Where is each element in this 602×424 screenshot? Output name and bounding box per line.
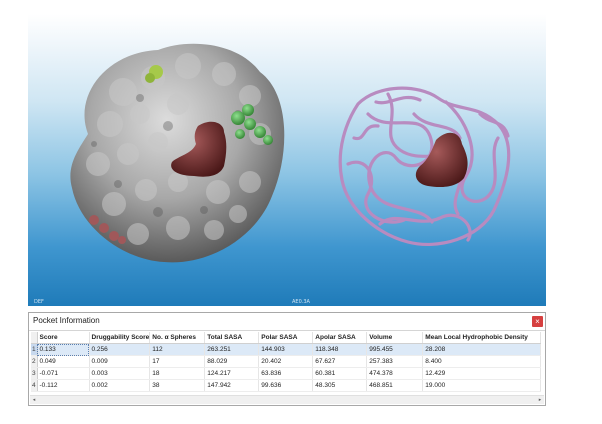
table-cell[interactable]: 88.029 xyxy=(204,355,260,368)
column-header[interactable]: Polar SASA xyxy=(258,332,314,344)
table-cell[interactable]: 20.402 xyxy=(258,355,314,368)
viewport-caption-mid: AE0.3A xyxy=(292,299,311,305)
table-cell[interactable]: 8.400 xyxy=(422,355,542,368)
pocket-information-panel: Pocket Information × Score Druggability S… xyxy=(28,312,546,406)
table-cell[interactable]: 60.381 xyxy=(312,367,368,380)
table-row[interactable]: 3 -0.071 0.003 18 124.217 63.836 60.381 474.378… xyxy=(31,367,542,380)
column-header[interactable]: Apolar SASA xyxy=(312,332,368,344)
table-row[interactable]: 4 -0.112 0.002 38 147.942 99.636 48.305 468.851… xyxy=(31,379,542,392)
table-header-row: Score Druggability Score No. α Spheres Tota… xyxy=(31,332,542,344)
column-header[interactable]: Druggability Score xyxy=(89,332,151,344)
table-cell[interactable]: 257.383 xyxy=(366,355,424,368)
table-cell[interactable]: 0.002 xyxy=(89,379,151,392)
panel-header: Pocket Information × xyxy=(29,313,545,331)
table-cell[interactable]: 112 xyxy=(149,343,206,356)
table-cell[interactable]: 124.217 xyxy=(204,367,260,380)
column-header[interactable]: Volume xyxy=(366,332,424,344)
table-cell[interactable]: 995.455 xyxy=(366,343,424,356)
table-cell[interactable]: 0.049 xyxy=(37,355,90,368)
table-cell[interactable]: 147.942 xyxy=(204,379,260,392)
table-cell[interactable]: 0.003 xyxy=(89,367,151,380)
table-cell[interactable]: 474.378 xyxy=(366,367,424,380)
table-cell[interactable]: 468.851 xyxy=(366,379,424,392)
table-cell[interactable]: 99.636 xyxy=(258,379,314,392)
column-header[interactable]: Total SASA xyxy=(204,332,260,344)
molecule-scene: DEF AE0.3A xyxy=(34,43,511,305)
table-cell[interactable]: 63.836 xyxy=(258,367,314,380)
scroll-right-icon[interactable]: ▸ xyxy=(537,397,543,403)
pocket-1-backbone[interactable] xyxy=(415,132,468,188)
viewport-caption-left: DEF xyxy=(34,299,44,305)
table-cell[interactable]: 18 xyxy=(149,367,206,380)
column-header[interactable]: Score xyxy=(37,332,90,344)
panel-title: Pocket Information xyxy=(33,316,100,325)
horizontal-scrollbar[interactable]: ◂ ▸ xyxy=(30,395,544,404)
table-cell[interactable]: 0.256 xyxy=(89,343,151,356)
table-cell[interactable]: 17 xyxy=(149,355,206,368)
table-row[interactable]: 1 0.133 0.256 112 263.251 144.903 118.348 995.4… xyxy=(31,343,542,356)
table-cell[interactable]: 0.009 xyxy=(89,355,151,368)
table-cell[interactable]: 263.251 xyxy=(204,343,260,356)
table-row[interactable]: 2 0.049 0.009 17 88.029 20.402 67.627 257.383 8.… xyxy=(31,355,542,368)
table-cell[interactable]: 0.133 xyxy=(37,343,90,356)
pocket-table: Score Druggability Score No. α Spheres Tota… xyxy=(31,332,542,392)
scroll-left-icon[interactable]: ◂ xyxy=(31,397,37,403)
column-header[interactable]: No. α Spheres xyxy=(149,332,206,344)
table-cell[interactable]: 144.903 xyxy=(258,343,314,356)
close-icon[interactable]: × xyxy=(532,316,543,327)
column-header[interactable]: Mean Local Hydrophobic Density xyxy=(422,332,542,344)
table-cell[interactable]: 12.429 xyxy=(422,367,542,380)
table-cell[interactable]: 28.208 xyxy=(422,343,542,356)
table-cell[interactable]: 38 xyxy=(149,379,206,392)
table-cell[interactable]: 118.348 xyxy=(312,343,368,356)
table-cell[interactable]: 67.627 xyxy=(312,355,368,368)
table-cell[interactable]: 19.000 xyxy=(422,379,542,392)
table-cell[interactable]: -0.071 xyxy=(37,367,90,380)
table-cell[interactable]: 48.305 xyxy=(312,379,368,392)
3d-viewer[interactable]: DEF AE0.3A xyxy=(28,14,546,306)
table-cell[interactable]: -0.112 xyxy=(37,379,90,392)
